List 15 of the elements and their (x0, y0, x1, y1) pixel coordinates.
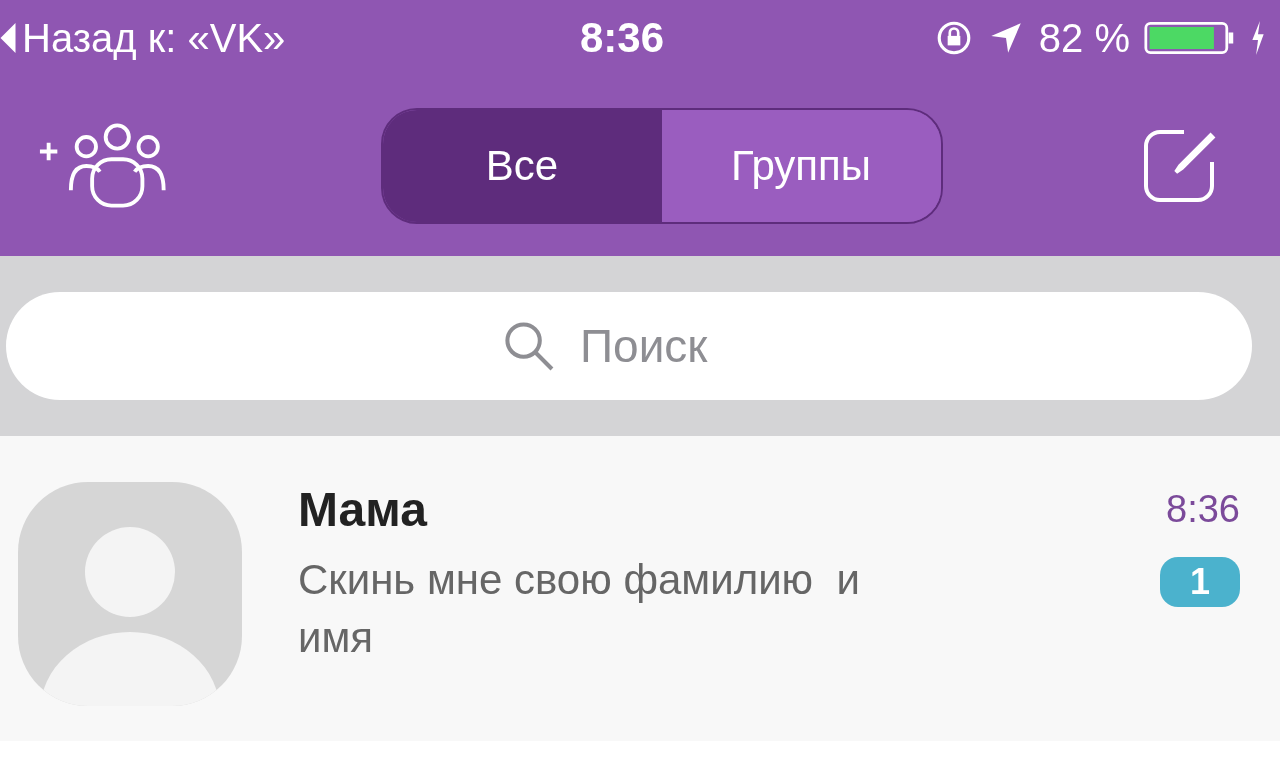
search-field[interactable]: Поиск (6, 292, 1252, 400)
battery-icon (1144, 19, 1236, 57)
chat-row[interactable]: Мама 8:36 Скинь мне свою фамилию и имя 1 (0, 436, 1280, 741)
charging-bolt-icon (1250, 21, 1266, 55)
unread-badge: 1 (1159, 557, 1240, 607)
segment-tab[interactable]: Все (382, 110, 662, 222)
search-icon (502, 319, 556, 373)
segment-tab[interactable]: Группы (661, 110, 941, 222)
back-arrow-icon[interactable] (0, 23, 16, 53)
message-time: 8:36 (1166, 488, 1240, 531)
battery-percent: 82 % (1038, 15, 1130, 61)
message-preview: Скинь мне свою фамилию и имя (298, 555, 861, 663)
contact-name: Мама (298, 482, 427, 537)
status-time: 8:36 (580, 14, 665, 62)
back-link[interactable]: Назад к: «VK» (22, 15, 286, 61)
